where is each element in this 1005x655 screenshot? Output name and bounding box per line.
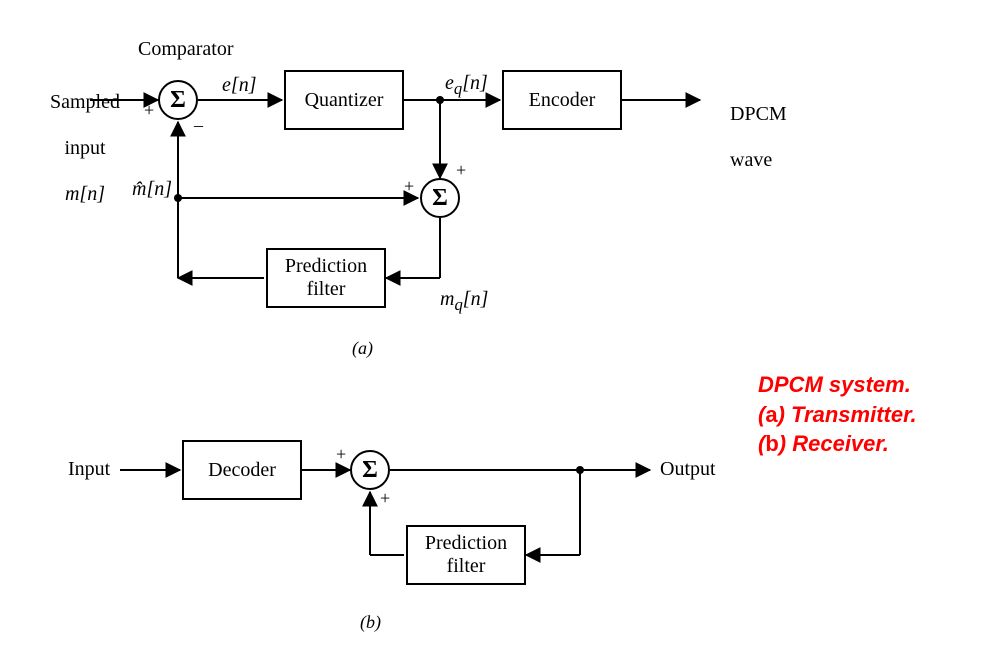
subfig-b-label: (b) <box>360 612 381 633</box>
tx-eq-label: eq[n] <box>445 72 488 99</box>
rx-decoder-block: Decoder <box>182 440 302 500</box>
tx-sum2-plus-top: + <box>456 160 466 181</box>
tx-eq-node <box>436 96 444 104</box>
caption-line1: DPCM system. <box>758 372 911 397</box>
tx-prediction-filter-block: Prediction filter <box>266 248 386 308</box>
tx-quantizer-block: Quantizer <box>284 70 404 130</box>
tx-input-line1: Sampled <box>50 91 120 113</box>
rx-sum-plus-bottom: + <box>380 488 390 509</box>
tx-mhat-label: m̂[n] <box>132 178 172 201</box>
caption-line3: (b) Receiver. <box>758 431 889 456</box>
rx-input-label: Input <box>68 458 110 481</box>
tx-mq-label: mq[n] <box>440 288 488 315</box>
tx-input-label: Sampled input m[n] <box>30 68 120 229</box>
tx-summer-feedback: Σ <box>420 178 460 218</box>
tx-summer-comparator: Σ <box>158 80 198 120</box>
tx-input-symbol: m[n] <box>65 183 105 205</box>
tx-mhat-node <box>174 194 182 202</box>
sigma-icon: Σ <box>432 185 448 212</box>
tx-e-label: e[n] <box>222 74 256 97</box>
caption-line2: (a) Transmitter. <box>758 402 917 427</box>
tx-output-line1: DPCM <box>730 103 787 125</box>
rx-output-label: Output <box>660 458 716 481</box>
rx-output-node <box>576 466 584 474</box>
tx-encoder-text: Encoder <box>529 89 596 112</box>
sigma-icon: Σ <box>362 457 378 484</box>
tx-output-label: DPCM wave <box>710 80 787 195</box>
tx-quantizer-text: Quantizer <box>305 89 384 112</box>
tx-sum2-plus-left: + <box>404 176 414 197</box>
figure-caption: DPCM system. (a) Transmitter. (b) Receiv… <box>758 370 917 459</box>
subfig-a-label: (a) <box>352 338 373 359</box>
tx-output-line2: wave <box>730 149 772 171</box>
tx-input-line2: input <box>64 137 105 159</box>
rx-decoder-text: Decoder <box>208 459 276 482</box>
tx-sum1-minus-sign: – <box>194 115 203 136</box>
rx-sum-plus-left: + <box>336 444 346 465</box>
rx-summer: Σ <box>350 450 390 490</box>
tx-pf-text: Prediction filter <box>285 255 367 301</box>
diagram-stage: Sampled input m[n] Comparator Σ + – e[n]… <box>0 0 1005 655</box>
rx-prediction-filter-block: Prediction filter <box>406 525 526 585</box>
comparator-label: Comparator <box>138 38 234 61</box>
tx-encoder-block: Encoder <box>502 70 622 130</box>
sigma-icon: Σ <box>170 87 186 114</box>
tx-sum1-plus-sign: + <box>144 100 154 121</box>
rx-pf-text: Prediction filter <box>425 532 507 578</box>
